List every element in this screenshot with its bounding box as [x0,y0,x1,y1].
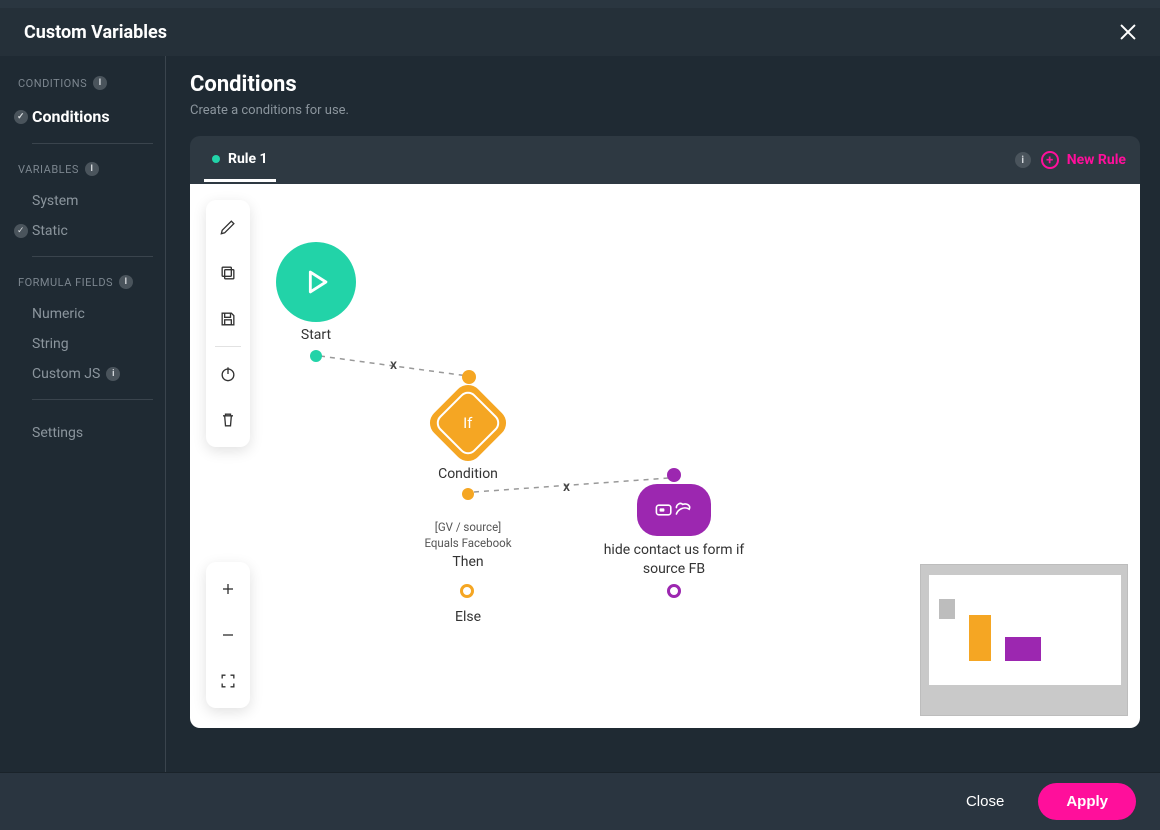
zoom-out-icon[interactable] [206,612,250,658]
start-node[interactable] [276,242,356,322]
rule-canvas[interactable]: x x Start If Condition [GV / source] [190,184,1140,728]
sidebar-section-variables: VARIABLES i [18,162,153,176]
sidebar-section-label: FORMULA FIELDS [18,276,113,289]
modal-footer: Close Apply [0,772,1160,830]
minimap-node [939,599,955,619]
power-icon[interactable] [206,351,250,397]
minimap-node [1005,637,1041,661]
edit-icon[interactable] [206,204,250,250]
info-icon[interactable]: i [119,275,133,289]
sidebar-item-system[interactable]: System [18,186,153,216]
sidebar-item-string[interactable]: String [18,329,153,359]
sidebar-section-label: CONDITIONS [18,77,87,90]
plus-circle-icon: + [1041,151,1059,169]
info-icon[interactable]: i [93,76,107,90]
condition-expr-line: Equals Facebook [390,536,546,552]
close-button[interactable]: Close [944,784,1026,819]
sidebar-section-label: VARIABLES [18,163,79,176]
info-icon[interactable]: i [85,162,99,176]
sidebar-item-label: Static [32,223,68,239]
divider [32,399,153,400]
new-rule-label: New Rule [1067,152,1126,168]
start-node-label: Start [276,327,356,343]
condition-node[interactable]: If [424,379,512,467]
sidebar-item-conditions[interactable]: Conditions [18,100,153,133]
connector-open-icon[interactable] [460,584,474,598]
tab-label: Rule 1 [228,151,268,167]
sidebar-item-numeric[interactable]: Numeric [18,299,153,329]
sidebar-item-label: Custom JS [32,366,100,382]
then-label: Then [422,554,514,570]
fullscreen-icon[interactable] [206,658,250,704]
rule-tabs-bar: Rule 1 i + New Rule [190,136,1140,184]
condition-expr-line: [GV / source] [390,520,546,536]
connector-out-icon[interactable] [310,350,322,362]
minimap[interactable] [920,564,1128,716]
minimap-viewport [929,575,1121,685]
condition-node-label: Condition [398,466,538,482]
sidebar-item-static[interactable]: Static [18,216,153,246]
sidebar-section-conditions: CONDITIONS i [18,76,153,90]
page-title: Conditions [190,72,1140,97]
new-rule-button[interactable]: + New Rule [1041,151,1126,169]
sidebar-item-label: Conditions [32,107,110,126]
main-panel: Conditions Create a conditions for use. … [166,56,1160,772]
action-node-label: hide contact us form if source FB [588,541,760,579]
sidebar-section-formula: FORMULA FIELDS i [18,275,153,289]
condition-expression: [GV / source] Equals Facebook [390,520,546,551]
minimap-node [969,615,991,661]
modal-header: Custom Variables [0,8,1160,56]
apply-button[interactable]: Apply [1038,783,1136,820]
copy-icon[interactable] [206,250,250,296]
active-dot-icon [212,155,220,163]
sidebar-item-label: Numeric [32,306,85,322]
connector-in-icon[interactable] [667,468,681,482]
info-icon[interactable]: i [106,367,120,381]
sidebar-item-label: System [32,193,78,209]
page-subtitle: Create a conditions for use. [190,103,1140,118]
info-icon[interactable]: i [1015,152,1031,168]
sidebar: CONDITIONS i Conditions VARIABLES i Syst… [0,56,166,772]
divider [32,143,153,144]
connector-in-icon[interactable] [462,370,476,384]
condition-if-label: If [463,414,472,432]
connector-open-icon[interactable] [667,584,681,598]
sidebar-item-label: Settings [32,425,83,441]
connector-out-icon[interactable] [462,488,474,500]
canvas-toolbar [206,200,250,447]
zoom-toolbar [206,562,250,708]
close-icon[interactable] [1114,18,1142,46]
sidebar-item-label: String [32,336,69,352]
zoom-in-icon[interactable] [206,566,250,612]
trash-icon[interactable] [206,397,250,443]
modal-title: Custom Variables [24,22,167,43]
tab-rule-1[interactable]: Rule 1 [204,138,276,182]
action-node[interactable] [637,484,711,536]
sidebar-item-settings[interactable]: Settings [18,418,153,448]
divider [32,256,153,257]
else-label: Else [422,609,514,625]
sidebar-item-customjs[interactable]: Custom JS i [18,359,153,389]
save-icon[interactable] [206,296,250,342]
